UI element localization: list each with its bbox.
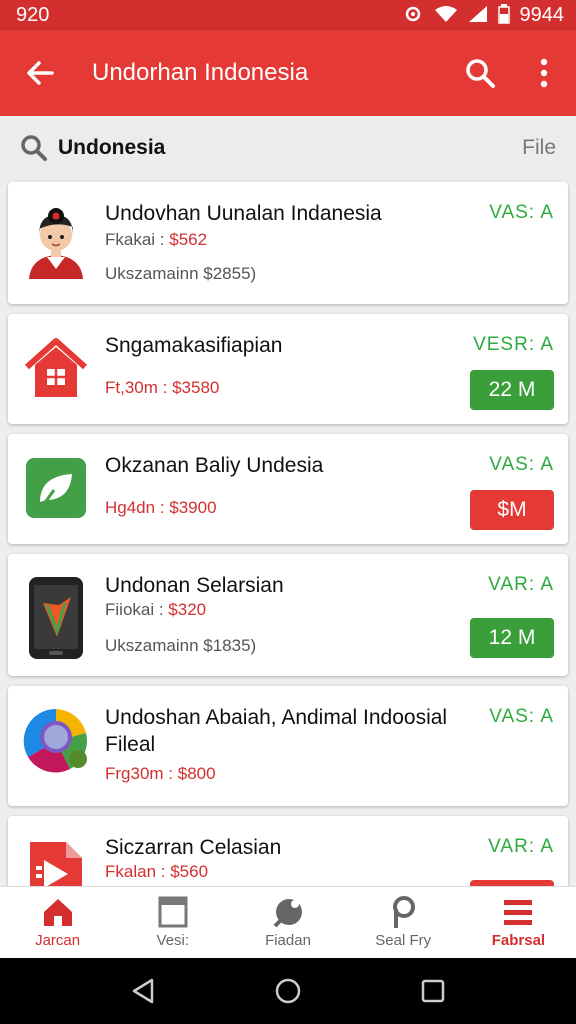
nav-label: Jarcan — [35, 932, 81, 949]
version-label: VESR: A — [473, 334, 554, 355]
version-label: VAS: A — [489, 706, 554, 727]
folder-icon — [158, 896, 188, 928]
p-icon — [389, 896, 417, 928]
item-price-line: Ft,30m : $3580 — [105, 378, 220, 397]
item-price-line: Frg30m : $800 — [105, 764, 216, 783]
item-price-line: Fkakai : $562 — [105, 230, 208, 249]
overflow-menu-button[interactable] — [512, 30, 576, 116]
version-label: VAR: A — [488, 836, 554, 857]
house-icon — [20, 332, 92, 404]
system-navigation-bar — [0, 958, 576, 1024]
back-nav-button[interactable] — [119, 967, 167, 1015]
more-vert-icon — [540, 58, 548, 88]
triangle-back-icon — [132, 978, 153, 1004]
status-bar: 920 9944 — [0, 0, 576, 30]
recents-nav-button[interactable] — [409, 967, 457, 1015]
item-name: Undovhan Uunalan Indanesia — [105, 202, 382, 225]
arrow-back-icon — [27, 61, 54, 85]
home-nav-button[interactable] — [264, 967, 312, 1015]
square-recents-icon — [422, 979, 445, 1003]
signal-icon — [468, 5, 488, 26]
nav-label: Fabrsal — [491, 932, 546, 949]
item-name: Siczarran Celasian — [105, 836, 282, 859]
search-bar[interactable]: Undonesia File — [0, 116, 576, 180]
phone-icon — [20, 576, 92, 660]
sync-icon — [402, 5, 424, 26]
list-item[interactable]: Undoshan Abaiah, Andimal Indoosial Filea… — [8, 686, 568, 806]
nav-item-seal-fry[interactable]: Seal Fry — [346, 887, 461, 958]
wifi-icon — [434, 5, 458, 26]
leaf-chat-icon — [20, 452, 92, 524]
nav-label: Vesi: — [156, 932, 190, 949]
list-item[interactable]: Undovhan Uunalan Indanesia Fkakai : $562… — [8, 182, 568, 304]
item-name: Okzanan Baliy Undesia — [105, 454, 324, 477]
bottom-navigation: Jarcan Vesi: Fiadan Seal Fry Fabrsal — [0, 886, 576, 958]
menu-icon — [502, 896, 534, 928]
version-label: VAS: A — [489, 202, 554, 223]
list-item[interactable]: Okzanan Baliy Undesia Hg4dn : $3900 VAS:… — [8, 434, 568, 544]
pin-icon — [271, 896, 305, 928]
nav-item-fabrsal[interactable]: Fabrsal — [461, 887, 576, 958]
result-list: Undovhan Uunalan Indanesia Fkakai : $562… — [0, 180, 576, 886]
version-label: VAR: A — [488, 574, 554, 595]
page-title: Undorhan Indonesia — [92, 59, 309, 86]
item-detail-line: Ukszamainn $2855) — [105, 264, 257, 283]
item-detail-line: Ukszamainn $1835) — [105, 636, 257, 655]
colorful-circle-icon — [20, 706, 92, 778]
item-name: Undoshan Abaiah, Andimal Indoosial Filea… — [105, 706, 448, 756]
item-name: Undonan Selarsian — [105, 574, 284, 597]
item-price-line: Fiiokai : $320 — [105, 600, 207, 619]
download-size-button[interactable]: 22 M — [470, 370, 554, 410]
item-price-line: Fkalan : $560 — [105, 862, 209, 881]
nav-label: Fiadan — [265, 932, 311, 949]
nav-item-fiadan[interactable]: Fiadan — [230, 887, 345, 958]
battery-icon — [497, 3, 510, 27]
app-bar: Undorhan Indonesia — [0, 30, 576, 116]
back-button[interactable] — [0, 30, 80, 116]
download-size-button[interactable]: $M — [470, 490, 554, 530]
item-price-line: Hg4dn : $3900 — [105, 498, 217, 517]
circle-home-icon — [275, 978, 301, 1004]
item-name: Sngamakasifiapian — [105, 334, 283, 357]
list-item[interactable]: Sngamakasifiapian Ft,30m : $3580 VESR: A… — [8, 314, 568, 424]
avatar-icon — [20, 207, 92, 279]
search-icon — [21, 135, 47, 161]
download-size-button[interactable]: 12 M — [470, 618, 554, 658]
nav-item-jarcan[interactable]: Jarcan — [0, 887, 115, 958]
battery-text: 9944 — [519, 3, 565, 26]
search-query[interactable]: Undonesia — [48, 136, 522, 160]
nav-item-vesi[interactable]: Vesi: — [115, 887, 230, 958]
list-item[interactable]: Undonan Selarsian Fiiokai : $320 Ukszama… — [8, 554, 568, 676]
play-file-icon — [20, 834, 92, 886]
list-item[interactable]: Siczarran Celasian Fkalan : $560 VAR: A — [8, 816, 568, 886]
search-button[interactable] — [448, 30, 512, 116]
status-icons: 9944 — [402, 3, 565, 27]
status-time: 920 — [16, 3, 50, 26]
nav-label: Seal Fry — [375, 932, 432, 949]
home-icon — [41, 896, 75, 928]
search-icon — [466, 59, 495, 88]
version-label: VAS: A — [489, 454, 554, 475]
filter-button[interactable]: File — [522, 136, 556, 160]
